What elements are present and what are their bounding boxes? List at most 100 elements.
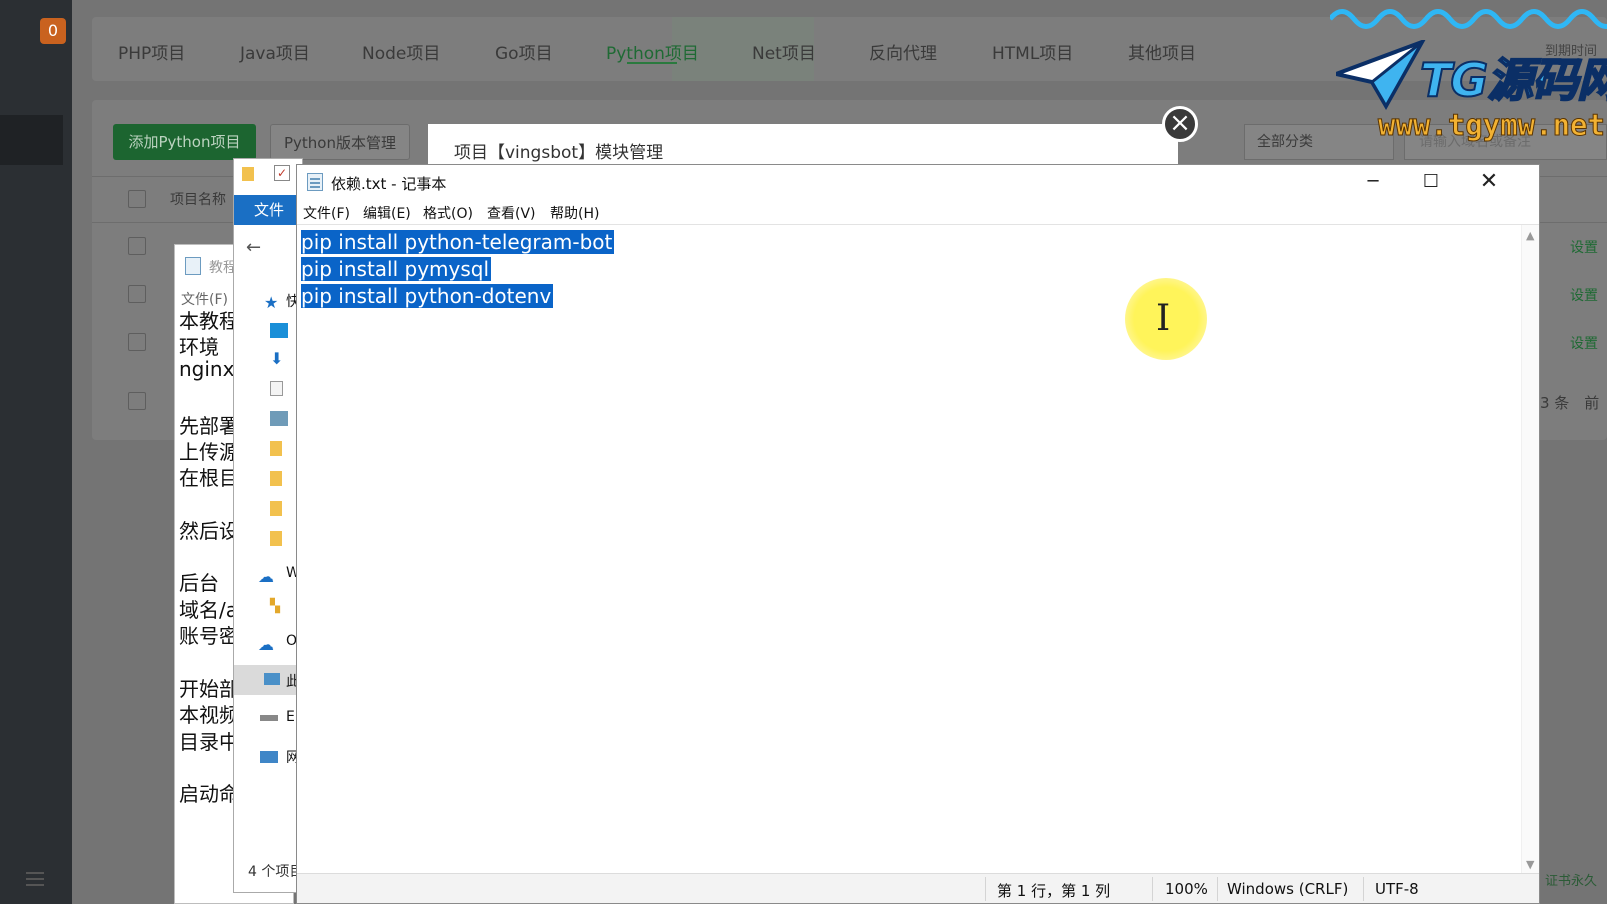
star-icon: ★ bbox=[264, 293, 279, 312]
onedrive-icon: ☁ bbox=[258, 635, 274, 654]
file-explorer-window[interactable]: ✓ 文件 ← ★ 快 ⬇ ☁ W ▚ ☁ O 此 E 网 4 个项目 bbox=[233, 158, 304, 893]
menu-view[interactable]: 查看(V) bbox=[487, 203, 536, 223]
tutorial-text-line: 后台 bbox=[179, 571, 219, 595]
footer-checkbox[interactable] bbox=[128, 392, 146, 410]
explorer-file-tab[interactable]: 文件 bbox=[234, 195, 304, 225]
notepad-menubar: 文件(F) 编辑(E) 格式(O) 查看(V) 帮助(H) bbox=[297, 199, 1539, 225]
category-select[interactable]: 全部分类 bbox=[1244, 124, 1394, 160]
menu-edit[interactable]: 编辑(E) bbox=[363, 203, 411, 223]
network-icon bbox=[260, 751, 278, 763]
pictures-icon[interactable] bbox=[270, 411, 288, 426]
notepad-title: 依赖.txt - 记事本 bbox=[331, 175, 447, 193]
drive-icon bbox=[260, 715, 278, 721]
select-all-checkbox[interactable] bbox=[128, 190, 146, 208]
tutorial-text-line: 本视频 bbox=[179, 703, 239, 727]
menu-help[interactable]: 帮助(H) bbox=[550, 203, 599, 223]
status-line-ending: Windows (CRLF) bbox=[1227, 880, 1349, 898]
folder-icon[interactable] bbox=[270, 531, 282, 546]
menu-icon[interactable] bbox=[26, 872, 44, 886]
back-arrow-icon[interactable]: ← bbox=[246, 237, 261, 258]
tutorial-text-line: 域名/a bbox=[179, 598, 238, 622]
desktop-icon[interactable] bbox=[270, 323, 288, 338]
computer-icon bbox=[264, 673, 280, 685]
row-settings-link[interactable]: 设置 bbox=[1570, 285, 1598, 305]
folder-icon[interactable] bbox=[270, 471, 282, 486]
tab-net[interactable]: Net项目 bbox=[752, 39, 816, 64]
notepad-icon bbox=[307, 173, 323, 191]
tab-go[interactable]: Go项目 bbox=[495, 39, 553, 64]
folder-icon[interactable] bbox=[270, 441, 282, 456]
expire-label: 到期时间 bbox=[1545, 44, 1598, 59]
notepad-statusbar: 第 1 行，第 1 列 100% Windows (CRLF) UTF-8 bbox=[297, 873, 1539, 903]
sidebar-selected-item[interactable] bbox=[0, 115, 63, 165]
folder-icon bbox=[242, 167, 254, 181]
checkbox-icon[interactable]: ✓ bbox=[274, 165, 290, 181]
status-encoding: UTF-8 bbox=[1375, 880, 1419, 898]
text-line: pip install python-telegram-bot bbox=[301, 230, 615, 254]
status-divider bbox=[1363, 877, 1364, 901]
tutorial-text-line: 目录中 bbox=[179, 730, 239, 754]
tutorial-text-line: 本教程 bbox=[179, 309, 239, 333]
dialog-title: 项目【vingsbot】模块管理 bbox=[454, 143, 664, 163]
menu-file[interactable]: 文件(F) bbox=[303, 203, 350, 223]
tab-php[interactable]: PHP项目 bbox=[118, 39, 185, 64]
row-checkbox[interactable] bbox=[128, 237, 146, 255]
download-icon[interactable]: ⬇ bbox=[270, 349, 288, 368]
tab-java[interactable]: Java项目 bbox=[240, 39, 310, 64]
app-sidebar: 0 bbox=[0, 0, 72, 904]
tab-python[interactable]: Python项目 bbox=[606, 39, 699, 64]
folder-icon[interactable] bbox=[270, 501, 282, 516]
status-divider bbox=[1217, 877, 1218, 901]
user-folder-icon[interactable]: ▚ bbox=[270, 599, 288, 614]
status-zoom: 100% bbox=[1165, 880, 1208, 898]
maximize-icon[interactable]: ☐ bbox=[1402, 165, 1460, 199]
tutorial-text-line: 启动命 bbox=[179, 782, 239, 806]
tutorial-text-line: 账号密 bbox=[179, 624, 239, 648]
tutorial-text-line: 开始部 bbox=[179, 677, 239, 701]
close-icon[interactable]: ✕ bbox=[1460, 165, 1518, 199]
vertical-scrollbar[interactable]: ▲ ▼ bbox=[1521, 225, 1539, 875]
scroll-up-icon[interactable]: ▲ bbox=[1526, 229, 1534, 242]
text-line: pip install pymysql bbox=[301, 257, 492, 281]
text-cursor-icon: I bbox=[1156, 298, 1171, 339]
row-checkbox[interactable] bbox=[128, 285, 146, 303]
pagination: 3 条 前 bbox=[1540, 394, 1600, 412]
notepad-titlebar[interactable]: 依赖.txt - 记事本 ─ ☐ ✕ bbox=[297, 165, 1539, 199]
close-icon[interactable]: × bbox=[1162, 106, 1198, 142]
row-settings-link[interactable]: 设置 bbox=[1570, 333, 1598, 353]
minimize-icon[interactable]: ─ bbox=[1344, 165, 1402, 199]
menu-format[interactable]: 格式(O) bbox=[423, 203, 473, 223]
paper-plane-icon bbox=[1336, 40, 1426, 110]
cloud-icon: ☁ bbox=[258, 567, 274, 586]
notepad-icon bbox=[185, 257, 201, 275]
column-header-name: 项目名称 bbox=[170, 192, 226, 208]
scroll-down-icon[interactable]: ▼ bbox=[1526, 858, 1534, 871]
status-divider bbox=[1152, 877, 1153, 901]
python-version-button[interactable]: Python版本管理 bbox=[270, 124, 410, 160]
tab-html[interactable]: HTML项目 bbox=[992, 39, 1073, 64]
status-divider bbox=[985, 877, 986, 901]
tutorial-text-line: 环境 bbox=[179, 335, 219, 359]
tutorial-text-line: 先部署 bbox=[179, 414, 239, 438]
status-position: 第 1 行，第 1 列 bbox=[997, 882, 1111, 900]
tab-node[interactable]: Node项目 bbox=[362, 39, 440, 64]
row-settings-link[interactable]: 设置 bbox=[1570, 237, 1598, 257]
tutorial-text-line: nginx bbox=[179, 357, 235, 381]
tab-other[interactable]: 其他项目 bbox=[1128, 39, 1196, 64]
watermark-url: www.tgymw.net bbox=[1378, 108, 1606, 143]
tab-reverse-proxy[interactable]: 反向代理 bbox=[869, 39, 937, 64]
notepad-text-area[interactable]: pip install python-telegram-bot pip inst… bbox=[301, 229, 1501, 310]
footer-note: 证书永久 bbox=[1545, 874, 1598, 889]
explorer-item-drive[interactable]: E bbox=[286, 709, 295, 725]
add-python-project-button[interactable]: 添加Python项目 bbox=[113, 124, 256, 160]
tutorial-text-line: 上传源 bbox=[179, 440, 239, 464]
tutorial-text-line: 然后设 bbox=[179, 519, 239, 543]
text-line: pip install python-dotenv bbox=[301, 284, 554, 308]
document-icon[interactable] bbox=[270, 381, 283, 396]
watermark-wave-icon bbox=[1330, 9, 1607, 29]
notepad-window[interactable]: 依赖.txt - 记事本 ─ ☐ ✕ 文件(F) 编辑(E) 格式(O) 查看(… bbox=[296, 164, 1540, 904]
active-tab-underline bbox=[627, 62, 677, 64]
notification-badge[interactable]: 0 bbox=[40, 18, 66, 44]
row-checkbox[interactable] bbox=[128, 333, 146, 351]
tutorial-text-line: 在根目 bbox=[179, 466, 239, 490]
